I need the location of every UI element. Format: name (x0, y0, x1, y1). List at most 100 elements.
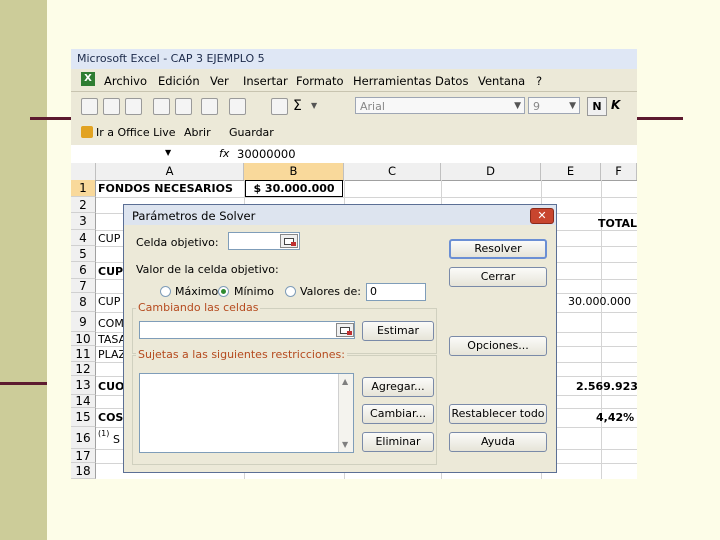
solve-button[interactable]: Resolver (449, 239, 547, 259)
row-header[interactable]: 14 (71, 395, 96, 408)
excel-icon[interactable]: X (81, 72, 95, 86)
menu-help[interactable]: ? (536, 74, 542, 88)
column-header-d[interactable]: D (441, 163, 541, 180)
window-title: Microsoft Excel - CAP 3 EJEMPLO 5 (77, 52, 265, 65)
cell-a11[interactable]: PLAZ (98, 348, 126, 361)
spelling-icon[interactable] (201, 98, 218, 115)
row-header[interactable]: 10 (71, 332, 96, 346)
office-live-link[interactable]: Ir a Office Live (96, 126, 176, 139)
save-button[interactable]: Guardar (229, 126, 274, 139)
column-header-a[interactable]: A (96, 163, 244, 180)
column-header-c[interactable]: C (344, 163, 441, 180)
formula-input[interactable]: 30000000 (237, 147, 296, 161)
scroll-up-icon[interactable]: ▲ (342, 377, 348, 386)
cell-f13[interactable]: 2.569.923 (576, 380, 637, 393)
menu-formato[interactable]: Formato (296, 74, 344, 88)
menu-datos[interactable]: Datos (435, 74, 468, 88)
row-header[interactable]: 7 (71, 279, 96, 293)
open-icon[interactable] (103, 98, 120, 115)
row-header[interactable]: 18 (71, 463, 96, 479)
print-preview-icon[interactable] (175, 98, 192, 115)
row-header[interactable]: 1 (71, 180, 96, 197)
cell-b1[interactable]: $ 30.000.000 (245, 180, 343, 197)
row-header[interactable]: 6 (71, 262, 96, 279)
cell-a8[interactable]: CUP (98, 295, 120, 308)
solver-dialog: Parámetros de Solver ✕ Celda objetivo: V… (123, 204, 557, 473)
row-header[interactable]: 2 (71, 197, 96, 213)
font-size-select[interactable]: 9 ▼ (528, 97, 580, 114)
column-header-f[interactable]: F (601, 163, 637, 180)
menu-archivo[interactable]: Archivo (104, 74, 147, 88)
options-button[interactable]: Opciones... (449, 336, 547, 356)
cell-a15[interactable]: COS (98, 411, 123, 424)
formula-bar: ▼ fx 30000000 (71, 145, 637, 164)
column-headers: A B C D E F (71, 163, 637, 181)
hyperlink-icon[interactable] (271, 98, 288, 115)
dialog-title: Parámetros de Solver (132, 209, 256, 223)
autosum-icon[interactable]: Σ (293, 98, 302, 114)
close-icon[interactable]: ✕ (530, 208, 554, 224)
scrollbar[interactable]: ▲ ▼ (338, 374, 353, 452)
cell-a9[interactable]: COM (98, 317, 124, 330)
function-icon[interactable]: fx (219, 147, 229, 160)
column-header-b[interactable]: B (244, 163, 344, 180)
autosum-dropdown-icon[interactable]: ▼ (311, 101, 317, 110)
font-name-select[interactable]: Arial ▼ (355, 97, 525, 114)
save-icon[interactable] (125, 98, 142, 115)
change-button[interactable]: Cambiar... (362, 404, 434, 424)
radio-max[interactable] (160, 286, 171, 297)
bold-button[interactable]: N (587, 97, 607, 116)
delete-button[interactable]: Eliminar (362, 432, 434, 452)
cell-a16[interactable]: S (113, 433, 120, 446)
office-live-toolbar: Ir a Office Live Abrir Guardar (71, 119, 637, 146)
row-header[interactable]: 3 (71, 213, 96, 230)
constraints-list[interactable]: ▲ ▼ (139, 373, 354, 453)
menu-edicion[interactable]: Edición (158, 74, 200, 88)
column-header-e[interactable]: E (541, 163, 601, 180)
range-picker-icon[interactable] (280, 234, 298, 248)
select-all-corner[interactable] (71, 163, 96, 180)
row-header[interactable]: 12 (71, 362, 96, 376)
target-cell-label: Celda objetivo: (136, 236, 219, 249)
row-header[interactable]: 17 (71, 449, 96, 463)
value-of-input[interactable]: 0 (366, 283, 426, 301)
radio-value-of[interactable] (285, 286, 296, 297)
row-header[interactable]: 5 (71, 246, 96, 262)
cell-a1[interactable]: FONDOS NECESARIOS (98, 182, 233, 195)
row-header[interactable]: 4 (71, 230, 96, 246)
print-icon[interactable] (153, 98, 170, 115)
name-box-dropdown-icon[interactable]: ▼ (165, 148, 171, 157)
cell-f8[interactable]: 30.000.000 (568, 295, 631, 308)
row-header[interactable]: 11 (71, 346, 96, 362)
row-header[interactable]: 13 (71, 376, 96, 395)
menu-ver[interactable]: Ver (210, 74, 229, 88)
help-button[interactable]: Ayuda (449, 432, 547, 452)
radio-min[interactable] (218, 286, 229, 297)
office-live-icon (81, 126, 93, 138)
menu-insertar[interactable]: Insertar (243, 74, 288, 88)
row-header[interactable]: 9 (71, 312, 96, 332)
cell-a13[interactable]: CUO (98, 380, 124, 393)
reset-all-button[interactable]: Restablecer todo (449, 404, 547, 424)
cell-a10[interactable]: TASA (98, 333, 126, 346)
cell-a4[interactable]: CUP (98, 232, 120, 245)
cell-f15[interactable]: 4,42% (596, 411, 634, 424)
new-icon[interactable] (81, 98, 98, 115)
guess-button[interactable]: Estimar (362, 321, 434, 341)
cell-a16-footnote: (1) (98, 429, 110, 438)
menu-ventana[interactable]: Ventana (478, 74, 525, 88)
changing-cells-input[interactable] (139, 321, 355, 339)
undo-icon[interactable] (229, 98, 246, 115)
row-header[interactable]: 8 (71, 293, 96, 312)
add-button[interactable]: Agregar... (362, 377, 434, 397)
row-header[interactable]: 16 (71, 427, 96, 449)
menu-herramientas[interactable]: Herramientas (353, 74, 431, 88)
range-picker-icon[interactable] (336, 323, 354, 337)
cell-f3[interactable]: TOTAL (598, 217, 637, 230)
italic-button[interactable]: K (611, 97, 620, 114)
open-button[interactable]: Abrir (184, 126, 211, 139)
close-button[interactable]: Cerrar (449, 267, 547, 287)
scroll-down-icon[interactable]: ▼ (342, 440, 348, 449)
row-header[interactable]: 15 (71, 408, 96, 427)
slide-rule-left (30, 117, 71, 120)
